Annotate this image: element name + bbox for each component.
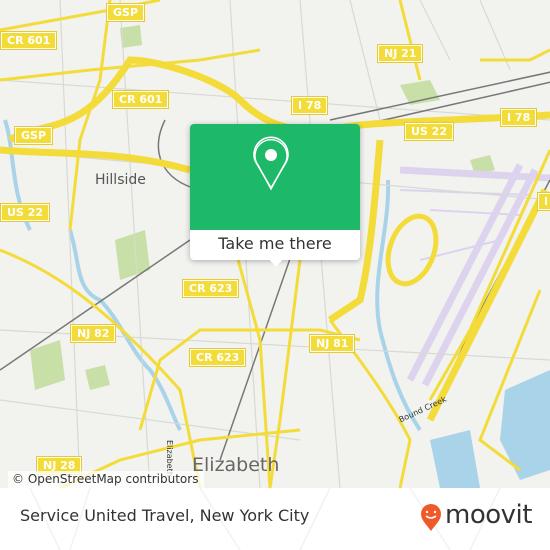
- road-shield: CR 601: [111, 90, 170, 109]
- place-label-hillside: Hillside: [95, 172, 146, 188]
- moovit-logo[interactable]: moovit: [445, 500, 532, 530]
- road-shield: GSP: [13, 126, 54, 145]
- moovit-smiley-pin-icon: [421, 504, 441, 531]
- footer: Service United Travel, New York City moo…: [0, 488, 550, 550]
- location-popup: Take me there: [190, 124, 360, 267]
- popup-header: [190, 124, 360, 230]
- road-shield: GSP: [105, 3, 146, 22]
- place-label-elizabeth: Elizabeth: [192, 454, 280, 476]
- popup-pointer: [268, 258, 284, 267]
- road-shield: I 9: [537, 192, 550, 211]
- map-pin-icon: [253, 136, 289, 191]
- road-shield: US 22: [404, 122, 454, 141]
- road-shield: CR 623: [188, 348, 247, 367]
- place-title: Service United Travel, New York City: [20, 506, 310, 525]
- road-shield: I 78: [290, 96, 329, 115]
- road-shield: NJ 82: [69, 324, 117, 343]
- road-shield: US 22: [0, 203, 50, 222]
- map-view[interactable]: GSP CR 601 CR 601 GSP US 22 NJ 21 I 78 U…: [0, 0, 550, 488]
- take-me-there-button[interactable]: Take me there: [190, 230, 360, 260]
- road-shield: NJ 81: [308, 334, 356, 353]
- map-attribution[interactable]: © OpenStreetMap contributors: [8, 471, 205, 488]
- road-shield: CR 623: [181, 279, 240, 298]
- road-shield: CR 601: [0, 31, 58, 50]
- road-shield: I 78: [499, 108, 538, 127]
- road-shield: NJ 21: [376, 44, 424, 63]
